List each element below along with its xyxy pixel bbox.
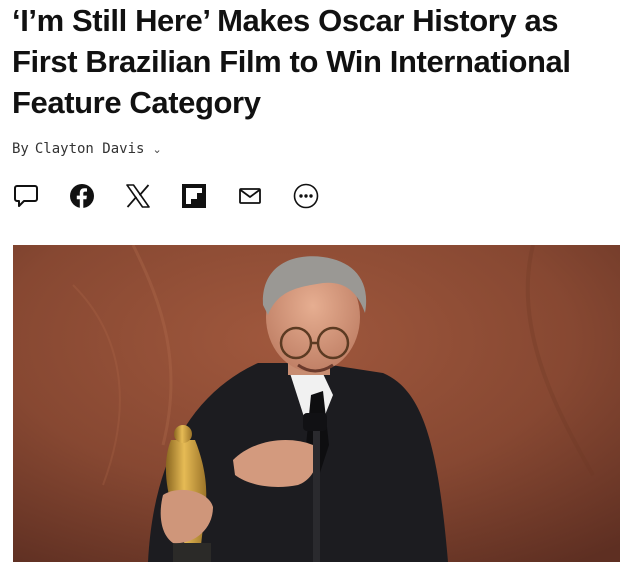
x-icon <box>126 184 150 208</box>
flipboard-icon <box>182 184 206 208</box>
comment-icon <box>14 185 38 207</box>
x-share-button[interactable] <box>124 182 152 210</box>
more-share-button[interactable] <box>292 182 320 210</box>
headline-line-1: ‘I’m Still Here’ Makes Oscar History as <box>12 3 559 38</box>
author-link[interactable]: Clayton Davis <box>35 141 145 157</box>
share-bar <box>12 180 348 212</box>
facebook-icon <box>70 184 94 209</box>
hero-photo <box>13 245 620 562</box>
chevron-down-icon[interactable]: ⌄ <box>152 143 161 156</box>
byline-prefix: By <box>12 141 29 157</box>
facebook-share-button[interactable] <box>68 182 96 210</box>
headline-line-2: First Brazilian Film to Win Internationa… <box>12 44 571 79</box>
email-share-button[interactable] <box>236 182 264 210</box>
comment-button[interactable] <box>12 182 40 210</box>
hero-image <box>13 245 620 562</box>
more-icon <box>293 183 319 209</box>
email-icon <box>239 188 261 204</box>
headline-line-3: Feature Category <box>12 85 261 120</box>
article-headline: ‘I’m Still Here’ Makes Oscar History as … <box>12 0 632 123</box>
byline: By Clayton Davis ⌄ <box>12 139 162 159</box>
flipboard-share-button[interactable] <box>180 182 208 210</box>
